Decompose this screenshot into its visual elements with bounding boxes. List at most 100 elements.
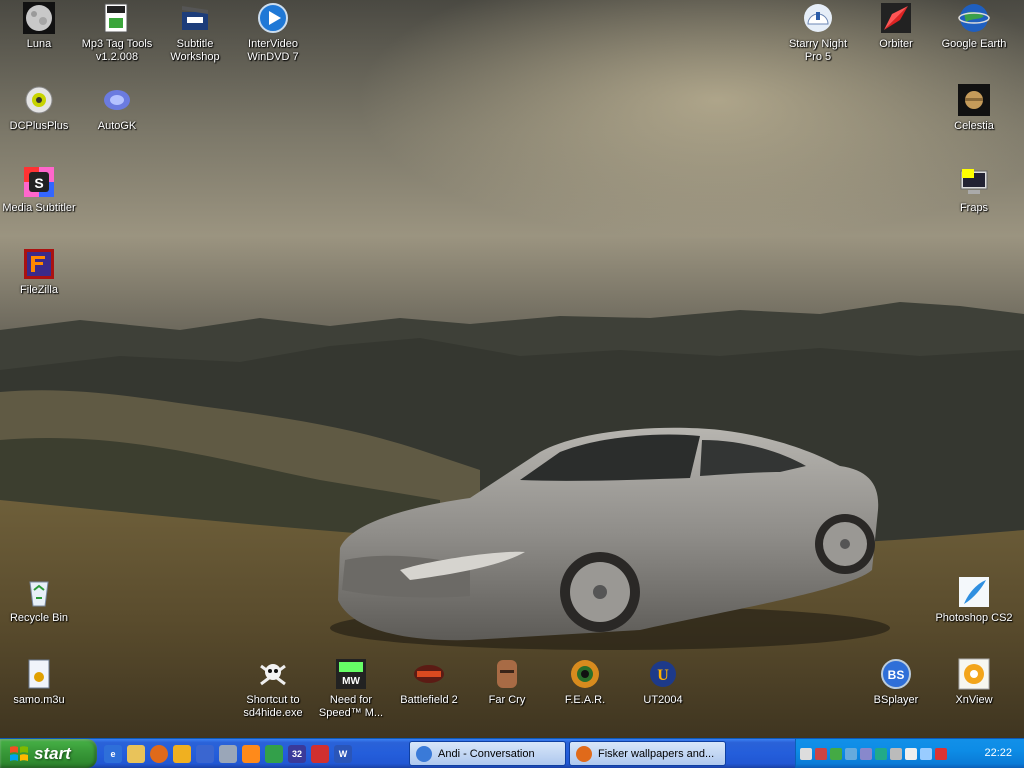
winamp-icon[interactable] — [173, 744, 191, 763]
keyboard-tray-icon[interactable] — [905, 747, 917, 760]
fear-eye-icon — [571, 660, 599, 688]
planets-icon — [958, 84, 990, 116]
desktop-icon-fraps[interactable]: Fraps — [935, 166, 1013, 215]
desktop-icon-recycle-bin[interactable]: Recycle Bin — [0, 576, 78, 625]
desktop-icon-label: FileZilla — [20, 284, 58, 296]
tray-icon[interactable] — [860, 747, 872, 760]
clock[interactable]: 22:22 — [984, 747, 1012, 759]
observatory-icon — [804, 4, 832, 32]
desktop-icon-label: Fraps — [959, 202, 989, 214]
network-tray-icon[interactable] — [845, 747, 857, 760]
desktop-icon-photoshop-cs2[interactable]: Photoshop CS2 — [935, 576, 1013, 625]
desktop-icon-sd4hide[interactable]: Shortcut to sd4hide.exe — [234, 658, 312, 720]
play-disc-icon — [258, 3, 288, 33]
antivirus-tray-icon[interactable] — [935, 747, 947, 760]
volume-icon[interactable] — [920, 747, 932, 760]
moon-icon — [23, 2, 55, 34]
tray-icon[interactable] — [875, 747, 887, 760]
fraps-tray-icon[interactable] — [800, 747, 812, 760]
desktop: Luna Mp3 Tag Tools v1.2.008 Subtitle Wor… — [0, 0, 1024, 738]
far-cry-face-icon — [497, 660, 517, 688]
taskbar-button-label: Fisker wallpapers and... — [598, 747, 715, 760]
tray-icon[interactable] — [830, 747, 842, 760]
svg-text:BS: BS — [888, 668, 905, 682]
desktop-icon-label: BSplayer — [873, 694, 919, 706]
desktop-icon-google-earth[interactable]: Google Earth — [935, 2, 1013, 51]
desktop-icon-label: Mp3 Tag Tools v1.2.008 — [81, 38, 153, 63]
desktop-icon-label: XnView — [955, 694, 993, 706]
desktop-icon-label: Shortcut to sd4hide.exe — [243, 694, 303, 719]
desktop-icon-label: Far Cry — [488, 694, 526, 706]
playlist-file-icon — [28, 659, 50, 689]
desktop-icon-label: UT2004 — [643, 694, 683, 706]
taskbar-button-fisker[interactable]: Fisker wallpapers and... — [569, 741, 726, 766]
desktop-icon-label: AutoGK — [97, 120, 137, 132]
taskbar: start e 32 W Andi - Conversation Fisker … — [0, 738, 1024, 768]
tool-icon[interactable] — [311, 744, 329, 763]
desktop-icon-autogk[interactable]: AutoGK — [78, 84, 156, 133]
tray-icon[interactable] — [890, 747, 902, 760]
taskbar-button-label: Andi - Conversation — [438, 747, 535, 760]
desktop-icon-label: samo.m3u — [13, 694, 65, 706]
desktop-icon-bsplayer[interactable]: BS BSplayer — [857, 658, 935, 707]
desktop-icon-dcplusplus[interactable]: DCPlusPlus — [0, 84, 78, 133]
desktop-icon-label: Photoshop CS2 — [935, 612, 1013, 624]
skull-crossbones-icon — [260, 664, 286, 686]
folder-icon[interactable] — [127, 744, 145, 763]
media-icon[interactable] — [242, 744, 260, 763]
desktop-icon-need-for-speed[interactable]: MW Need for Speed™ M... — [312, 658, 390, 720]
desktop-icon-label: Starry Night Pro 5 — [788, 38, 848, 63]
globe-icon — [958, 4, 990, 32]
bsplayer-icon: BS — [881, 659, 911, 689]
quick-launch: e 32 W — [104, 739, 352, 768]
autogk-icon — [104, 90, 130, 110]
desktop-icon-celestia[interactable]: Celestia — [935, 84, 1013, 133]
desktop-icon-label: Recycle Bin — [9, 612, 69, 624]
taskbar-button-andi[interactable]: Andi - Conversation — [409, 741, 566, 766]
id3-tag-icon — [104, 3, 128, 33]
messenger-icon[interactable] — [196, 744, 214, 763]
unreal-logo-icon: U — [650, 661, 676, 687]
desktop-icon-label: DCPlusPlus — [9, 120, 69, 132]
desktop-icon-label: Media Subtitler — [2, 202, 76, 214]
svg-text:S: S — [34, 175, 43, 191]
nfs-icon: MW — [336, 659, 366, 689]
word-icon[interactable]: W — [334, 744, 352, 763]
tray-icon[interactable] — [815, 747, 827, 760]
desktop-icon-starry-night[interactable]: Starry Night Pro 5 — [779, 2, 857, 64]
desktop-icon-xnview[interactable]: XnView — [935, 658, 1013, 707]
desktop-icon-label: F.E.A.R. — [564, 694, 606, 706]
desktop-icon-battlefield-2[interactable]: Battlefield 2 — [390, 658, 468, 707]
desktop-icon-far-cry[interactable]: Far Cry — [468, 658, 546, 707]
svg-text:U: U — [657, 667, 669, 684]
clapperboard-icon — [182, 6, 208, 30]
desktop-icon-luna[interactable]: Luna — [0, 2, 78, 51]
orbiter-icon — [881, 3, 911, 33]
desktop-icon-label: InterVideo WinDVD 7 — [247, 38, 299, 63]
desktop-icon-media-subtitler[interactable]: S Media Subtitler — [0, 166, 78, 215]
desktop-icon-samo-m3u[interactable]: samo.m3u — [0, 658, 78, 707]
desktop-icon-ut2004[interactable]: U UT2004 — [624, 658, 702, 707]
svg-text:MW: MW — [342, 676, 360, 687]
system-tray: 22:22 — [795, 739, 1024, 768]
desktop-icon-fear[interactable]: F.E.A.R. — [546, 658, 624, 707]
desktop-icon-label: Need for Speed™ M... — [318, 694, 384, 719]
fraps-monitor-icon — [960, 169, 988, 194]
desktop-icon-windvd[interactable]: InterVideo WinDVD 7 — [234, 2, 312, 64]
desktop-icon-subtitle-workshop[interactable]: Subtitle Workshop — [156, 2, 234, 64]
asp32-icon[interactable]: 32 — [288, 744, 306, 763]
windows-logo-icon — [10, 745, 28, 761]
ie-icon[interactable]: e — [104, 744, 122, 763]
desktop-icon-label: Subtitle Workshop — [170, 38, 220, 63]
photoshop-feather-icon — [959, 577, 989, 607]
firefox-icon[interactable] — [150, 744, 168, 763]
network-icon[interactable] — [265, 744, 283, 763]
media-subtitler-icon: S — [24, 167, 54, 197]
desktop-icon-label: Battlefield 2 — [400, 694, 458, 706]
chat-icon — [416, 745, 432, 762]
start-button[interactable]: start — [0, 739, 97, 768]
calculator-icon[interactable] — [219, 744, 237, 763]
desktop-icon-mp3-tag-tools[interactable]: Mp3 Tag Tools v1.2.008 — [78, 2, 156, 64]
desktop-icon-filezilla[interactable]: FileZilla — [0, 248, 78, 297]
desktop-icon-orbiter[interactable]: Orbiter — [857, 2, 935, 51]
